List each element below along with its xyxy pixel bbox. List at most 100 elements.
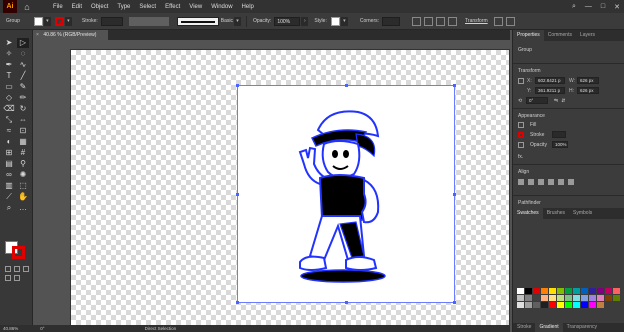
color-swatch[interactable] [557, 288, 564, 294]
curvature-tool-icon[interactable]: ∿ [17, 60, 29, 70]
color-swatch[interactable] [549, 302, 556, 308]
menu-help[interactable]: Help [242, 4, 254, 10]
color-swatch[interactable] [541, 302, 548, 308]
color-swatch[interactable] [565, 295, 572, 301]
color-swatch[interactable] [597, 295, 604, 301]
color-swatch[interactable] [525, 302, 532, 308]
color-swatch[interactable] [581, 288, 588, 294]
eraser-tool-icon[interactable]: ⌫ [3, 104, 15, 114]
panel-menu-icon[interactable] [505, 16, 515, 26]
tab-properties[interactable]: Properties [513, 30, 544, 41]
screen-mode-icon[interactable] [14, 275, 20, 281]
isolate-icon[interactable] [448, 16, 458, 26]
opacity-field[interactable]: 100% [551, 141, 568, 148]
tab-transparency[interactable]: Transparency [563, 323, 601, 332]
search-icon[interactable]: ⌕ [572, 3, 576, 11]
rotate-tool-icon[interactable]: ↻ [17, 104, 29, 114]
close-tab-icon[interactable]: × [36, 32, 39, 38]
stroke-indicator-icon[interactable] [518, 131, 524, 138]
fill-indicator-icon[interactable] [518, 122, 524, 128]
style-dropdown[interactable]: ▾ [340, 16, 348, 26]
hand-tool-icon[interactable]: ✋ [17, 192, 29, 202]
flip-horizontal-icon[interactable]: ⇋ [554, 98, 558, 104]
home-icon[interactable]: ⌂ [20, 0, 34, 13]
fx-button[interactable]: fx. [518, 154, 624, 160]
color-swatch[interactable] [573, 295, 580, 301]
zoom-tool-icon[interactable]: ⌕ [3, 203, 15, 213]
bounding-box-handle[interactable] [345, 84, 348, 87]
stroke-dropdown[interactable]: ▾ [64, 16, 72, 26]
color-swatch[interactable] [613, 288, 620, 294]
align-left-icon[interactable] [518, 179, 524, 185]
close-icon[interactable]: ✕ [614, 3, 620, 11]
color-swatch[interactable] [573, 288, 580, 294]
tab-comments[interactable]: Comments [544, 30, 576, 41]
type-tool-icon[interactable]: T [3, 71, 15, 81]
menu-file[interactable]: File [53, 4, 63, 10]
minimize-icon[interactable]: — [585, 3, 592, 10]
tab-brushes[interactable]: Brushes [543, 208, 569, 219]
selection-tool-icon[interactable]: ➤ [3, 38, 15, 48]
stroke-swatch[interactable] [54, 16, 64, 26]
w-field[interactable]: 626 px [577, 77, 599, 84]
bounding-box-handle[interactable] [236, 193, 239, 196]
fill-stroke-widget[interactable] [5, 239, 29, 261]
color-swatch[interactable] [517, 288, 524, 294]
color-swatch[interactable] [597, 302, 604, 308]
x-field[interactable]: 602.8421 p [535, 77, 565, 84]
paintbrush-tool-icon[interactable]: ✎ [17, 82, 29, 92]
align-icon[interactable] [424, 16, 434, 26]
arrange-icon[interactable] [493, 16, 503, 26]
align-middle-icon[interactable] [558, 179, 564, 185]
opacity-field[interactable]: 100% [274, 16, 301, 26]
pen-tool-icon[interactable]: ✒ [3, 60, 15, 70]
align-center-icon[interactable] [528, 179, 534, 185]
menu-window[interactable]: Window [211, 4, 232, 10]
tab-swatches[interactable]: Swatches [513, 208, 543, 219]
bounding-box-handle[interactable] [453, 193, 456, 196]
align-bottom-icon[interactable] [568, 179, 574, 185]
color-swatch[interactable] [573, 302, 580, 308]
artboard[interactable] [236, 84, 456, 304]
color-swatch[interactable] [541, 295, 548, 301]
free-transform-tool-icon[interactable]: ⊡ [17, 126, 29, 136]
bounding-box-handle[interactable] [345, 301, 348, 304]
fill-dropdown[interactable]: ▾ [43, 16, 51, 26]
menu-select[interactable]: Select [139, 4, 156, 10]
color-swatch[interactable] [549, 295, 556, 301]
recolor-icon[interactable] [412, 16, 422, 26]
color-swatch[interactable] [517, 302, 524, 308]
blend-tool-icon[interactable]: ∞ [3, 170, 15, 180]
lasso-tool-icon[interactable]: ◌ [17, 49, 29, 59]
tab-gradient[interactable]: Gradient [535, 323, 563, 332]
bounding-box-handle[interactable] [236, 84, 239, 87]
perspective-grid-tool-icon[interactable]: ⊞ [3, 148, 15, 158]
color-swatch[interactable] [565, 302, 572, 308]
tab-layers[interactable]: Layers [576, 30, 599, 41]
mesh-tool-icon[interactable]: # [17, 148, 29, 158]
bounding-box-handle[interactable] [453, 301, 456, 304]
shape-builder-tool-icon[interactable]: ◐ [3, 137, 15, 147]
color-swatch[interactable] [549, 288, 556, 294]
none-mode-icon[interactable] [23, 266, 29, 272]
artboard-tool-icon[interactable]: ⬚ [17, 181, 29, 191]
color-swatch[interactable] [605, 288, 612, 294]
variable-width-profile[interactable] [128, 16, 169, 26]
scale-tool-icon[interactable]: ⤡ [3, 115, 15, 125]
color-swatch[interactable] [525, 288, 532, 294]
color-swatch[interactable] [589, 295, 596, 301]
brush-dropdown[interactable]: ▾ [233, 16, 241, 26]
brush-definition[interactable] [176, 16, 219, 26]
rotation-angle[interactable]: 0° [40, 326, 44, 331]
color-swatch[interactable] [613, 295, 620, 301]
color-swatch[interactable] [557, 302, 564, 308]
h-field[interactable]: 626 px [577, 87, 599, 94]
menu-type[interactable]: Type [117, 4, 130, 10]
symbol-sprayer-tool-icon[interactable]: ✺ [17, 170, 29, 180]
stroke-color-box[interactable] [12, 246, 25, 259]
color-swatch[interactable] [557, 295, 564, 301]
color-swatch[interactable] [589, 302, 596, 308]
slice-tool-icon[interactable]: ⟋ [3, 192, 15, 202]
gradient-mode-icon[interactable] [14, 266, 20, 272]
color-swatch[interactable] [533, 288, 540, 294]
